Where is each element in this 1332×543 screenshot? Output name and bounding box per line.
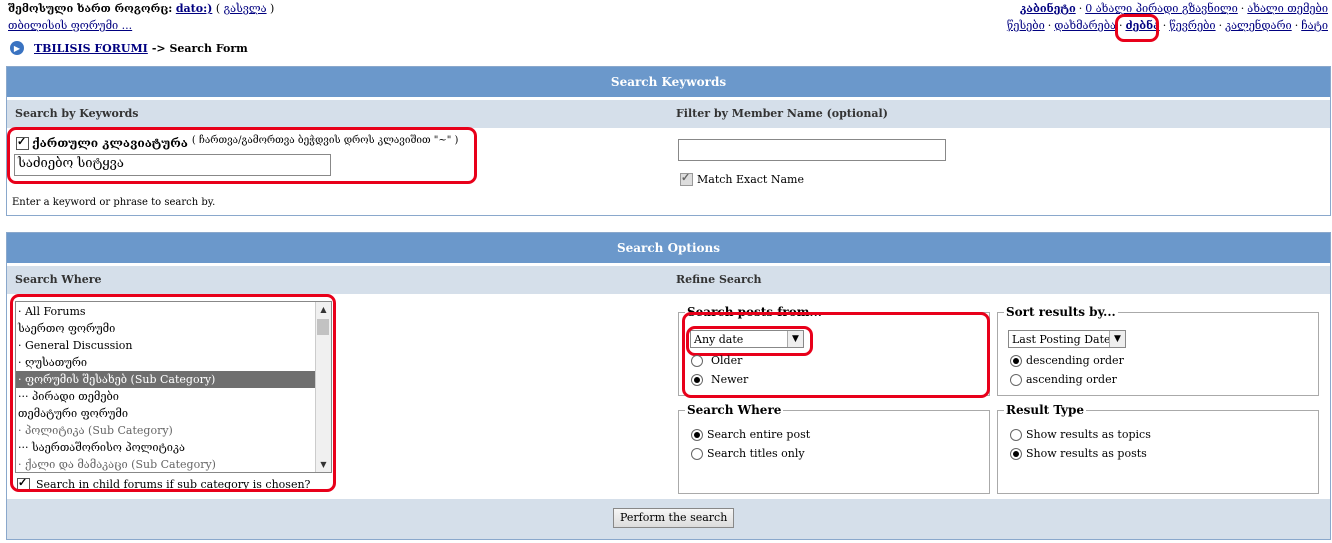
user-info: შემოსული ხართ როგორც: dato:) ( გასვლა ) … — [8, 2, 275, 32]
nav-bullet-icon: ▶ — [10, 41, 24, 55]
user-nav: კაბინეტი · 0 ახალი პირადი გზავნილი · ახალი თ… — [1007, 0, 1328, 34]
perform-search-button[interactable]: Perform the search — [613, 508, 735, 528]
search-keywords-title: Search Keywords — [7, 67, 1330, 97]
search-options-title: Search Options — [7, 233, 1330, 263]
breadcrumb-current: -> Search Form — [151, 41, 248, 55]
desc-radio[interactable] — [1010, 354, 1022, 367]
new-topics-link[interactable]: ახალი თემები — [1247, 2, 1328, 15]
rules-link[interactable]: წესები — [1007, 19, 1045, 32]
asc-radio[interactable] — [1010, 373, 1022, 386]
posts-from-highlight — [682, 312, 990, 398]
help-link[interactable]: დახმარება — [1054, 19, 1116, 32]
logged-in-label: შემოსული ხართ როგორც: — [8, 2, 173, 15]
titles-only-radio[interactable] — [691, 447, 703, 460]
calendar-link[interactable]: კალენდარი — [1225, 19, 1292, 32]
keyword-highlight — [7, 127, 477, 184]
keywords-subhead: Search by Keywords Filter by Member Name… — [7, 100, 1330, 128]
filter-member-label: Filter by Member Name (optional) — [676, 107, 888, 120]
sort-title: Sort results by... — [1004, 305, 1118, 319]
breadcrumb: ▶ TBILISIS FORUMI -> Search Form — [10, 41, 248, 55]
forum-home-link[interactable]: თბილისის ფორუმი ... — [8, 19, 132, 32]
as-posts-option[interactable]: Show results as posts — [1010, 447, 1147, 460]
match-exact-row: Match Exact Name — [680, 171, 804, 186]
chevron-down-icon: ▼ — [1109, 331, 1125, 347]
desc-label: descending order — [1026, 354, 1124, 367]
cabinet-link[interactable]: კაბინეტი — [1020, 2, 1076, 15]
options-subhead: Search Where Refine Search — [7, 266, 1330, 294]
search-where-title: Search Where — [685, 403, 784, 417]
match-exact-label: Match Exact Name — [697, 173, 804, 186]
members-link[interactable]: წევრები — [1169, 19, 1215, 32]
match-exact-checkbox[interactable] — [680, 171, 693, 186]
titles-only-label: Search titles only — [707, 447, 805, 460]
as-topics-label: Show results as topics — [1026, 428, 1151, 441]
search-by-keywords-label: Search by Keywords — [15, 107, 139, 120]
new-pm-link[interactable]: 0 ახალი პირადი გზავნილი — [1085, 2, 1238, 15]
breadcrumb-forum-link[interactable]: TBILISIS FORUMI — [34, 42, 148, 55]
search-link-highlight — [1115, 14, 1159, 42]
chat-link[interactable]: ჩატი — [1301, 19, 1328, 32]
entire-post-option[interactable]: Search entire post — [691, 428, 810, 441]
as-posts-label: Show results as posts — [1026, 447, 1147, 460]
desc-option[interactable]: descending order — [1010, 354, 1124, 367]
titles-only-option[interactable]: Search titles only — [691, 447, 805, 460]
result-type-title: Result Type — [1004, 403, 1086, 417]
as-topics-option[interactable]: Show results as topics — [1010, 428, 1151, 441]
search-where-head: Search Where — [15, 273, 102, 286]
username-link[interactable]: dato:) — [176, 2, 213, 15]
asc-label: ascending order — [1026, 373, 1117, 386]
as-posts-radio[interactable] — [1010, 447, 1022, 460]
entire-post-label: Search entire post — [707, 428, 811, 441]
logout-link[interactable]: გასვლა — [224, 2, 267, 15]
member-name-input[interactable] — [678, 139, 946, 161]
asc-option[interactable]: ascending order — [1010, 373, 1117, 386]
refine-search-head: Refine Search — [676, 273, 762, 286]
keyword-hint: Enter a keyword or phrase to search by. — [12, 197, 216, 208]
user-nav-row2: წესები · დახმარება · ძებნა · წევრები · კალენდარი… — [1006, 19, 1328, 32]
entire-post-radio[interactable] — [691, 428, 703, 441]
as-topics-radio[interactable] — [1010, 428, 1022, 441]
sort-select[interactable]: Last Posting Date ▼ — [1008, 330, 1126, 348]
forum-list-highlight — [10, 294, 336, 492]
user-nav-row1: კაბინეტი · 0 ახალი პირადი გზავნილი · ახალი თ… — [1019, 2, 1328, 15]
sort-select-value: Last Posting Date — [1012, 333, 1111, 346]
